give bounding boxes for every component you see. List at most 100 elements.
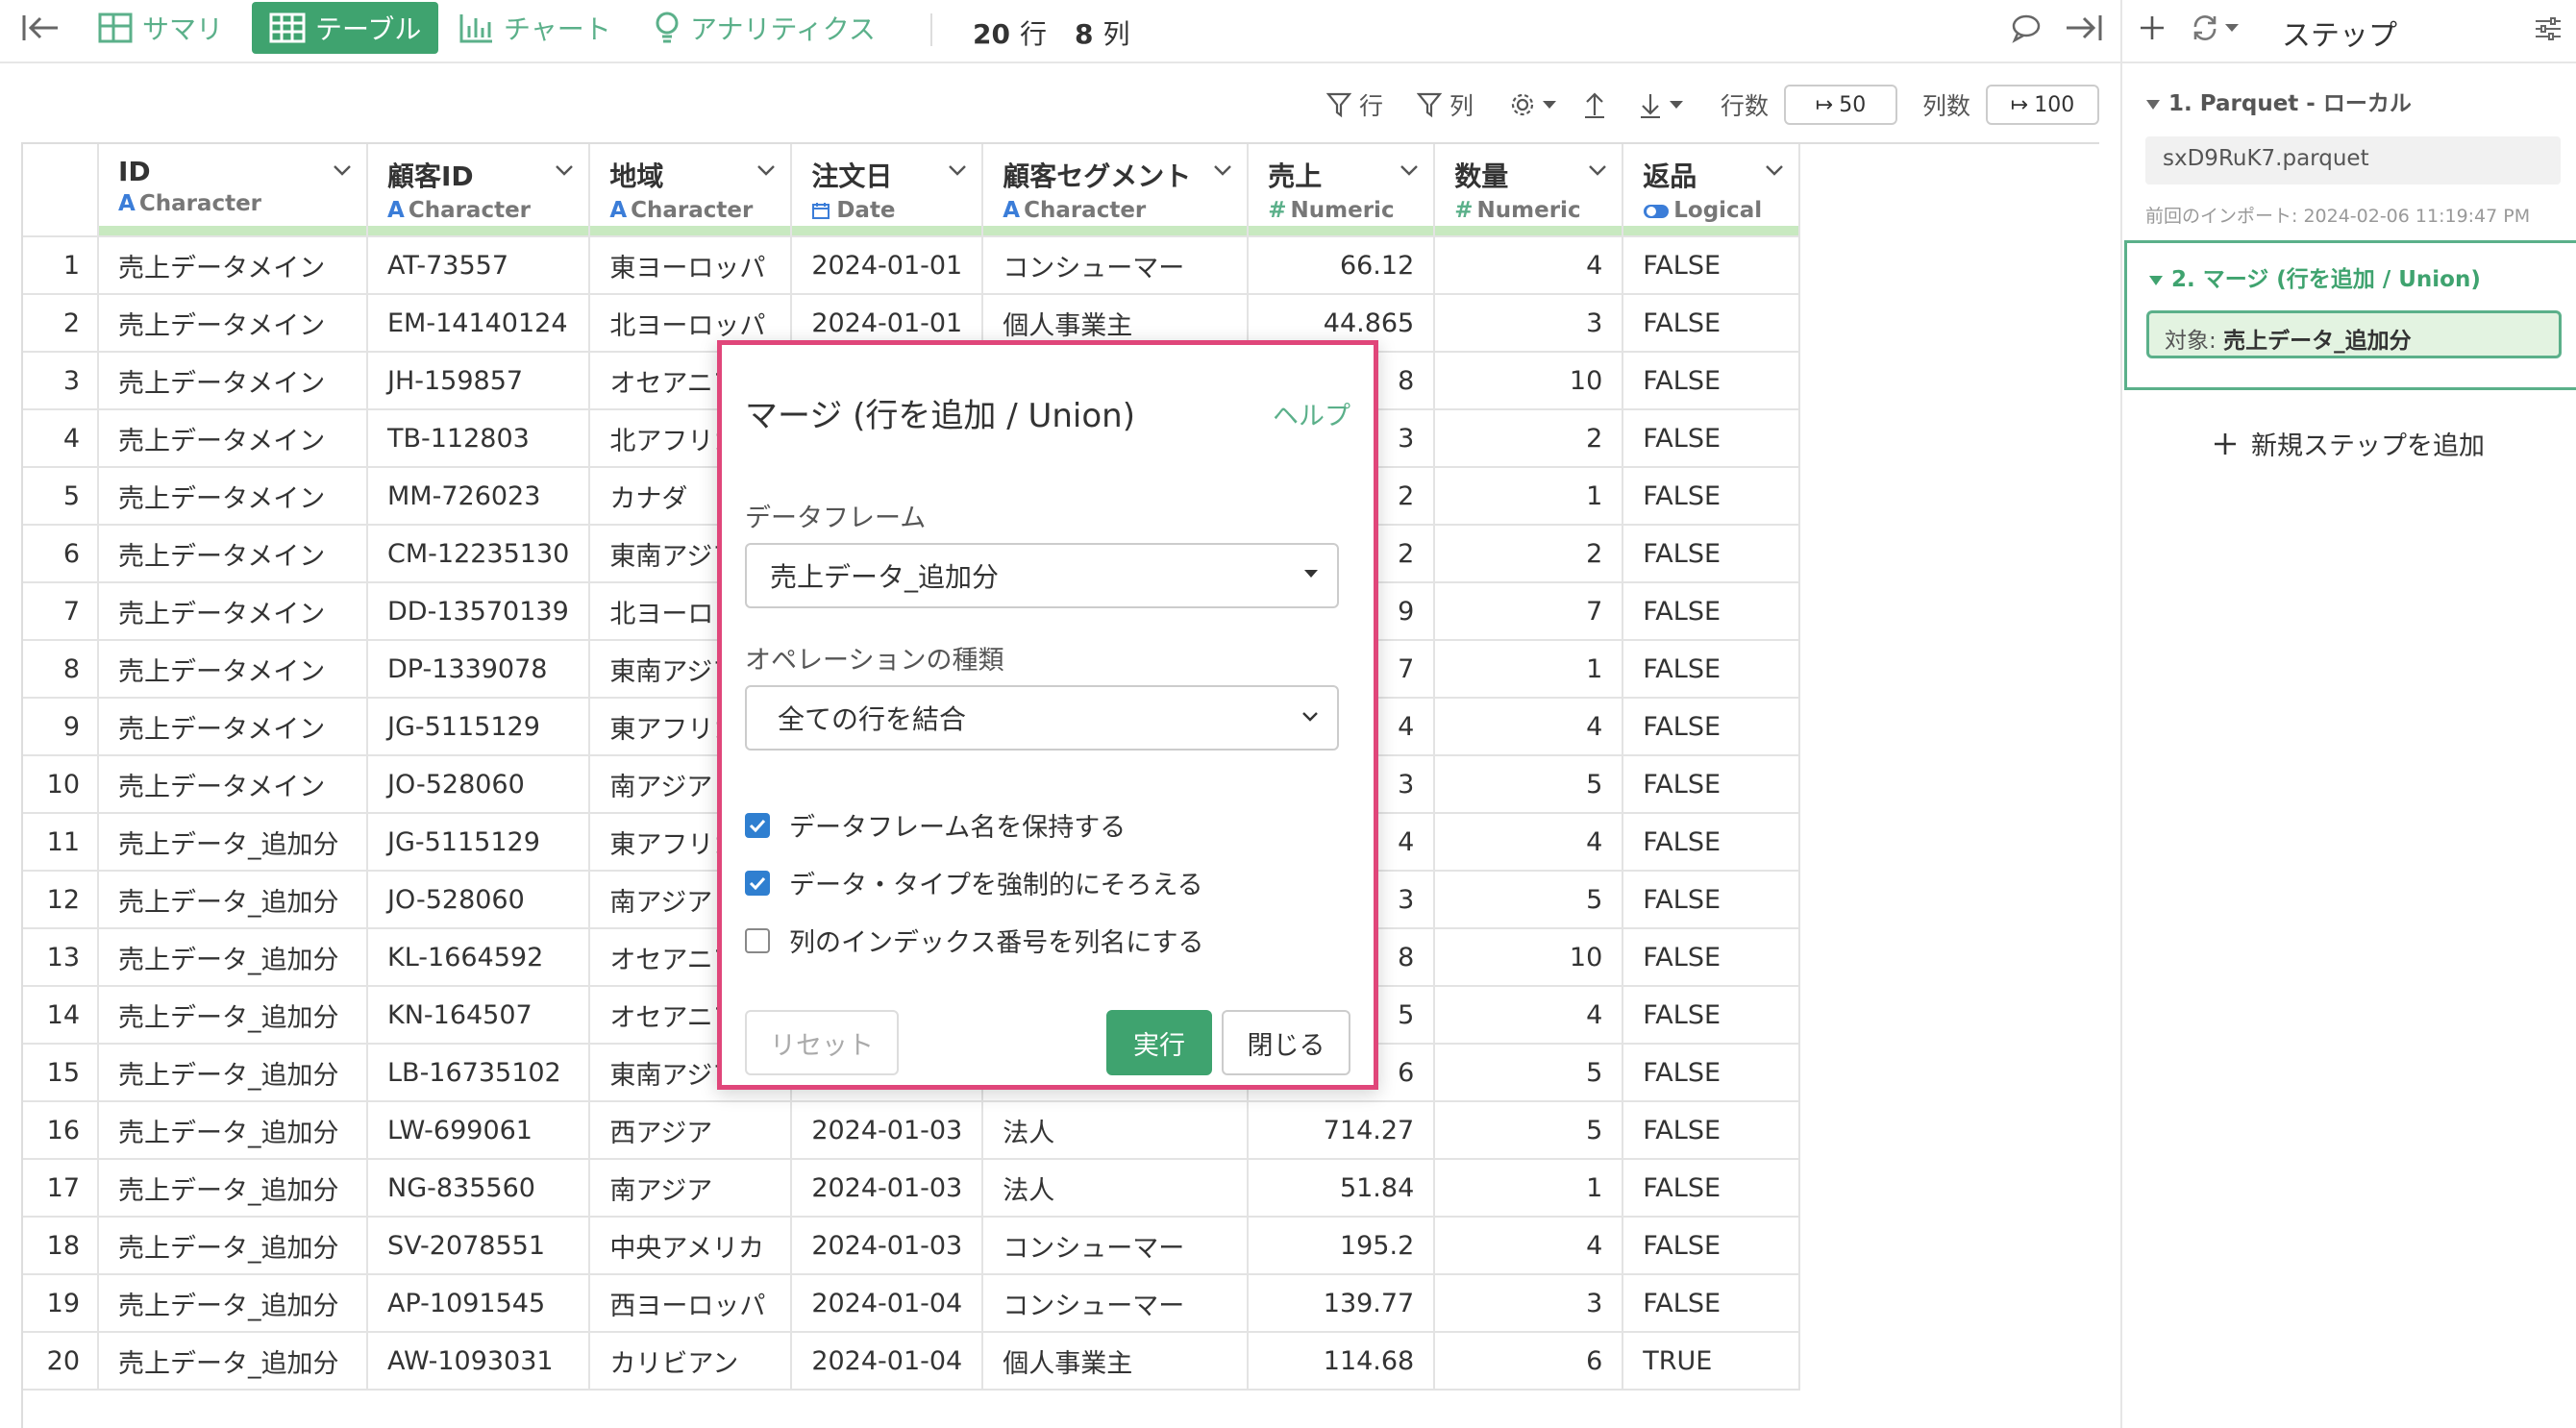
column-header[interactable]: 注文日 Date (791, 144, 984, 237)
table-cell[interactable]: EM-14140124 (367, 294, 591, 353)
table-cell[interactable]: JG-5115129 (367, 813, 591, 872)
chevron-down-icon[interactable] (554, 163, 575, 177)
table-cell[interactable]: LW-699061 (367, 1101, 591, 1160)
table-cell[interactable]: FALSE (1622, 640, 1801, 699)
table-cell[interactable]: FALSE (1622, 1159, 1801, 1218)
operation-select[interactable]: 全ての行を結合 (745, 685, 1339, 751)
table-cell[interactable]: 売上データメイン (98, 236, 368, 295)
column-header[interactable]: 売上 # Numeric (1248, 144, 1436, 237)
table-cell[interactable]: 売上データ_追加分 (98, 986, 368, 1045)
column-header[interactable]: 顧客ID A Character (367, 144, 591, 237)
table-cell[interactable]: FALSE (1622, 525, 1801, 583)
collapse-right-icon[interactable] (2065, 0, 2113, 56)
table-cell[interactable]: FALSE (1622, 352, 1801, 410)
table-cell[interactable]: 売上データ_追加分 (98, 813, 368, 872)
table-cell[interactable]: 2024-01-04 (791, 1274, 984, 1333)
table-cell[interactable]: JG-5115129 (367, 698, 591, 756)
table-cell[interactable]: 2024-01-03 (791, 1217, 984, 1275)
table-cell[interactable]: コンシューマー (982, 1274, 1250, 1333)
table-cell[interactable]: コンシューマー (982, 1217, 1250, 1275)
table-cell[interactable]: 売上データ_追加分 (98, 1274, 368, 1333)
table-cell[interactable]: JH-159857 (367, 352, 591, 410)
table-cell[interactable]: カリビアン (589, 1332, 793, 1391)
chevron-down-icon[interactable] (1399, 163, 1420, 177)
comment-icon[interactable] (2011, 0, 2051, 56)
table-cell[interactable]: 個人事業主 (982, 1332, 1250, 1391)
force-data-type-checkbox[interactable]: データ・タイプを強制的にそろえる (745, 864, 1203, 901)
table-cell[interactable]: TRUE (1622, 1332, 1801, 1391)
table-cell[interactable]: FALSE (1622, 1217, 1801, 1275)
table-cell[interactable]: 売上データ_追加分 (98, 1332, 368, 1391)
step-2[interactable]: 2. マージ (行を追加 / Union) 対象: 売上データ_追加分 (2124, 240, 2576, 390)
table-cell[interactable]: 売上データ_追加分 (98, 1101, 368, 1160)
close-button[interactable]: 閉じる (1222, 1010, 1350, 1075)
table-cell[interactable]: 東ヨーロッパ (589, 236, 793, 295)
chevron-down-icon[interactable] (1212, 163, 1233, 177)
column-header[interactable]: 返品 Logical (1622, 144, 1801, 237)
table-cell[interactable]: FALSE (1622, 294, 1801, 353)
table-cell[interactable]: 売上データメイン (98, 698, 368, 756)
table-cell[interactable]: JO-528060 (367, 871, 591, 929)
sort-asc-icon[interactable] (1582, 83, 1607, 127)
table-cell[interactable]: 売上データメイン (98, 467, 368, 526)
table-cell[interactable]: 51.84 (1248, 1159, 1436, 1218)
help-link[interactable]: ヘルプ (1273, 395, 1350, 432)
collapse-left-icon[interactable] (21, 0, 69, 56)
table-cell[interactable]: 139.77 (1248, 1274, 1436, 1333)
table-cell[interactable]: TB-112803 (367, 409, 591, 468)
tab-summary[interactable]: サマリ (98, 0, 223, 56)
table-cell[interactable]: KN-164507 (367, 986, 591, 1045)
table-cell[interactable]: 195.2 (1248, 1217, 1436, 1275)
tab-analytics[interactable]: アナリティクス (654, 0, 876, 56)
chevron-down-icon[interactable] (947, 163, 968, 177)
step-2-target[interactable]: 対象: 売上データ_追加分 (2146, 310, 2562, 358)
table-cell[interactable]: 10 (1434, 352, 1624, 410)
table-cell[interactable]: FALSE (1622, 986, 1801, 1045)
table-cell[interactable]: NG-835560 (367, 1159, 591, 1218)
reset-button[interactable]: リセット (745, 1010, 899, 1075)
table-cell[interactable]: 66.12 (1248, 236, 1436, 295)
add-step-button[interactable]: 新規ステップを追加 (2213, 425, 2485, 462)
table-cell[interactable]: 売上データ_追加分 (98, 1217, 368, 1275)
chevron-down-icon[interactable] (755, 163, 777, 177)
cols-limit-input[interactable]: ↦ 100 (1986, 85, 2099, 125)
column-header[interactable]: 顧客セグメント A Character (982, 144, 1250, 237)
table-cell[interactable]: 売上データメイン (98, 294, 368, 353)
column-header[interactable]: 数量 # Numeric (1434, 144, 1624, 237)
table-cell[interactable]: 2024-01-03 (791, 1159, 984, 1218)
dataframe-select[interactable]: 売上データ_追加分 (745, 543, 1339, 608)
table-cell[interactable]: JO-528060 (367, 755, 591, 814)
table-cell[interactable]: 10 (1434, 928, 1624, 987)
table-cell[interactable]: 2024-01-01 (791, 236, 984, 295)
table-cell[interactable]: 売上データメイン (98, 755, 368, 814)
table-cell[interactable]: MM-726023 (367, 467, 591, 526)
table-cell[interactable]: 売上データ_追加分 (98, 928, 368, 987)
table-cell[interactable]: 114.68 (1248, 1332, 1436, 1391)
tab-chart[interactable]: チャート (459, 0, 611, 56)
table-cell[interactable]: 6 (1434, 1332, 1624, 1391)
table-cell[interactable]: FALSE (1622, 236, 1801, 295)
table-cell[interactable]: FALSE (1622, 582, 1801, 641)
table-cell[interactable]: 4 (1434, 698, 1624, 756)
table-cell[interactable]: 2 (1434, 409, 1624, 468)
table-cell[interactable]: 5 (1434, 871, 1624, 929)
table-cell[interactable]: 南アジア (589, 1159, 793, 1218)
table-cell[interactable]: 2024-01-04 (791, 1332, 984, 1391)
table-cell[interactable]: 西ヨーロッパ (589, 1274, 793, 1333)
filter-rows-button[interactable]: 行 (1326, 83, 1383, 127)
column-header[interactable]: ID A Character (98, 144, 368, 237)
table-cell[interactable]: 2 (1434, 525, 1624, 583)
table-cell[interactable]: FALSE (1622, 928, 1801, 987)
table-cell[interactable]: FALSE (1622, 1274, 1801, 1333)
table-cell[interactable]: FALSE (1622, 1044, 1801, 1102)
table-cell[interactable]: AT-73557 (367, 236, 591, 295)
table-cell[interactable]: FALSE (1622, 467, 1801, 526)
step-1-file[interactable]: sxD9RuK7.parquet (2145, 136, 2561, 185)
table-cell[interactable]: FALSE (1622, 871, 1801, 929)
table-cell[interactable]: 4 (1434, 813, 1624, 872)
table-cell[interactable]: 4 (1434, 986, 1624, 1045)
table-cell[interactable]: 5 (1434, 1101, 1624, 1160)
keep-dataframe-name-checkbox[interactable]: データフレーム名を保持する (745, 806, 1126, 844)
table-cell[interactable]: KL-1664592 (367, 928, 591, 987)
table-cell[interactable]: 売上データメイン (98, 352, 368, 410)
